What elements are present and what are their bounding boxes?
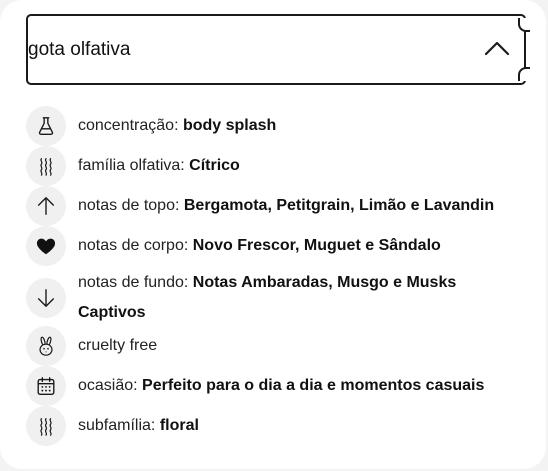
attribute-separator: : bbox=[183, 274, 193, 291]
aroma-waves-icon bbox=[26, 406, 66, 446]
attribute-separator: : bbox=[180, 157, 190, 174]
attribute-notas-de-corpo: notas de corpo: Novo Frescor, Muguet e S… bbox=[26, 226, 441, 266]
aroma-waves-icon bbox=[26, 146, 66, 186]
attribute-separator: : bbox=[174, 197, 184, 214]
attribute-value: body splash bbox=[182, 117, 277, 134]
attribute-separator: : bbox=[133, 377, 143, 394]
attribute-value: Cítrico bbox=[189, 157, 240, 174]
attribute-separator: : bbox=[150, 417, 160, 434]
calendar-icon bbox=[26, 366, 66, 406]
attribute-value: floral bbox=[159, 417, 199, 434]
attribute-familia-olfativa: família olfativa: Cítrico bbox=[26, 146, 240, 186]
attribute-label: família olfativa bbox=[78, 157, 181, 174]
attribute-value: Perfeito para o dia a dia e momentos cas… bbox=[142, 377, 485, 394]
attribute-value: Bergamota, Petitgrain, Limão e Lavandin bbox=[183, 197, 495, 214]
header-notch-top bbox=[518, 18, 530, 32]
attribute-cruelty-free: cruelty free bbox=[26, 326, 157, 366]
attribute-notas-de-fundo: notas de fundo: Notas Ambaradas, Musgo e… bbox=[26, 268, 498, 328]
attribute-subfamilia: subfamília: floral bbox=[26, 406, 199, 446]
arrow-down-icon bbox=[26, 278, 66, 318]
accordion-title: gota olfativa bbox=[28, 39, 131, 60]
attribute-separator: : bbox=[174, 117, 183, 134]
attribute-label: notas de fundo bbox=[78, 274, 184, 291]
attribute-notas-de-topo: notas de topo: Bergamota, Petitgrain, Li… bbox=[26, 186, 494, 226]
attribute-label: subfamília bbox=[78, 417, 151, 434]
header-notch-bottom bbox=[518, 67, 530, 81]
attribute-label: ocasião bbox=[78, 377, 134, 394]
product-details-card: gota olfativa concentração: body splash … bbox=[0, 0, 546, 469]
attribute-label: cruelty free bbox=[78, 337, 158, 354]
attribute-concentracao: concentração: body splash bbox=[26, 106, 276, 146]
attribute-value: Novo Frescor, Muguet e Sândalo bbox=[192, 237, 441, 254]
bunny-icon bbox=[26, 326, 66, 366]
attribute-label: notas de corpo bbox=[78, 237, 184, 254]
accordion-header-gota-olfativa[interactable]: gota olfativa bbox=[26, 14, 530, 85]
attribute-ocasiao: ocasião: Perfeito para o dia a dia e mom… bbox=[26, 366, 484, 406]
flask-icon bbox=[26, 106, 66, 146]
heart-icon bbox=[26, 226, 66, 266]
arrow-up-icon bbox=[26, 186, 66, 226]
attribute-separator: : bbox=[183, 237, 193, 254]
chevron-up-icon[interactable] bbox=[484, 38, 510, 58]
attribute-label: notas de topo bbox=[78, 197, 175, 214]
attribute-label: concentração bbox=[78, 117, 175, 134]
